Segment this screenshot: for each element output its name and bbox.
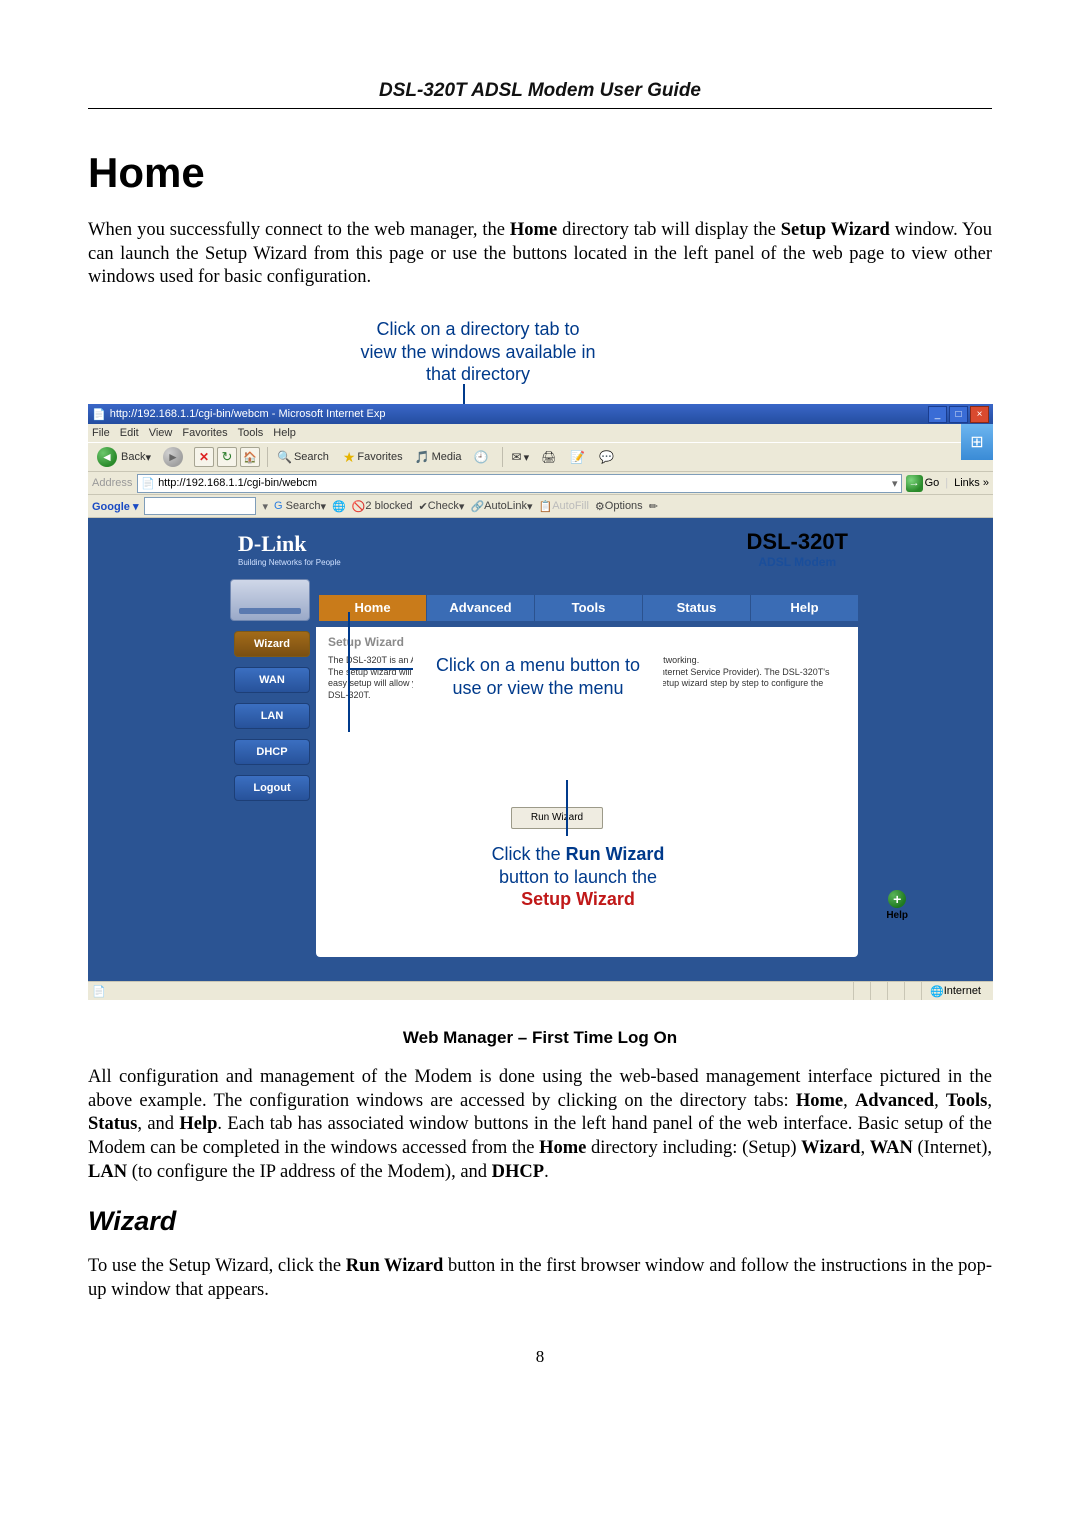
help-label: Help [886,910,908,921]
paragraph-2: All configuration and management of the … [88,1066,992,1184]
links-label[interactable]: Links » [954,477,989,489]
discuss-button[interactable]: 💬 [594,445,621,469]
tab-advanced[interactable]: Advanced [426,595,534,621]
ie-statusbar: 📄 🌐 Internet [88,981,993,1000]
run-wizard-button[interactable]: Run Wizard [511,807,603,829]
window-close-button[interactable]: × [970,406,989,423]
page-header: DSL-320T ADSL Modem User Guide [88,80,992,109]
menu-edit[interactable]: Edit [120,427,139,439]
address-value: http://192.168.1.1/cgi-bin/webcm [158,477,317,489]
mail-button[interactable]: ✉▾ [507,445,535,469]
connector [566,780,568,838]
panel-title: Setup Wizard [328,635,846,649]
window-maximize-button[interactable]: □ [949,406,968,423]
sidebar-wan-button[interactable]: WAN [234,667,310,693]
sidebar-logout-button[interactable]: Logout [234,775,310,801]
menu-tools[interactable]: Tools [238,427,264,439]
back-button[interactable]: ◄Back ▾ [92,445,156,469]
model-name: DSL-320T [747,529,848,555]
callout-bottom: Click the Run Wizard button to launch th… [452,836,704,918]
paragraph-3: To use the Setup Wizard, click the Run W… [88,1255,992,1302]
intro-paragraph: When you successfully connect to the web… [88,219,992,290]
figure-caption: Web Manager – First Time Log On [88,1028,992,1048]
stop-button[interactable]: ✕ [194,447,214,467]
ie-titlebar: 📄 http://192.168.1.1/cgi-bin/webcm - Mic… [88,404,993,424]
refresh-button[interactable]: ↻ [217,447,237,467]
google-highlight[interactable]: ✏ [649,500,658,513]
tab-help[interactable]: Help [750,595,858,621]
tab-tools[interactable]: Tools [534,595,642,621]
model-sub: ADSL Modem [747,555,848,569]
address-label: Address [92,477,132,489]
dlink-tagline: Building Networks for People [238,558,341,567]
sidebar-dhcp-button[interactable]: DHCP [234,739,310,765]
menu-help[interactable]: Help [273,427,296,439]
ie-logo-icon: ⊞ [961,424,993,460]
menu-view[interactable]: View [149,427,173,439]
address-input[interactable]: 📄 http://192.168.1.1/cgi-bin/webcm ▾ [137,474,901,493]
google-toolbar: Google ▾ ▾ G Search ▾ 🌐 🚫 2 blocked ✔ Ch… [88,495,993,518]
screenshot-figure: Click on a directory tab to view the win… [88,312,993,1012]
menu-favorites[interactable]: Favorites [182,427,227,439]
tab-status[interactable]: Status [642,595,750,621]
media-button[interactable]: 🎵Media [410,445,467,469]
go-label: Go [925,477,940,489]
google-pagerank[interactable]: 🌐 [332,500,346,513]
sidebar-lan-button[interactable]: LAN [234,703,310,729]
device-image [230,579,310,621]
google-autolink[interactable]: 🔗 AutoLink ▾ [470,500,532,513]
heading-home: Home [88,149,992,197]
status-progress-icon: 📄 [92,985,106,998]
search-button[interactable]: 🔍Search [272,445,334,469]
connector [348,668,413,670]
google-blocked[interactable]: 🚫 2 blocked [352,500,413,513]
print-button[interactable]: 🖨 [536,445,563,469]
sidebar-wizard-button[interactable]: Wizard [234,631,310,657]
history-button[interactable]: 🕘 [469,445,496,469]
forward-button[interactable]: ► [158,445,192,469]
callout-top: Click on a directory tab to view the win… [348,312,608,392]
window-minimize-button[interactable]: _ [928,406,947,423]
ie-toolbar: ◄Back ▾ ► ✕ ↻ 🏠 🔍Search ★Favorites 🎵Medi… [88,442,993,472]
ie-menubar: File Edit View Favorites Tools Help ⊞ [88,424,993,442]
status-zone: 🌐 Internet [921,982,989,1000]
tab-home[interactable]: Home [318,595,426,621]
edit-button[interactable]: 📝 [565,445,592,469]
ie-addressbar: Address 📄 http://192.168.1.1/cgi-bin/web… [88,472,993,495]
heading-wizard: Wizard [88,1206,992,1237]
help-icon-block[interactable]: + Help [886,890,908,921]
google-search-button[interactable]: G Search ▾ [274,500,326,513]
google-search-input[interactable] [144,497,256,515]
connector [348,612,350,732]
google-options[interactable]: ⚙ Options [595,500,643,513]
ie-title-text: http://192.168.1.1/cgi-bin/webcm - Micro… [110,408,386,420]
page-number: 8 [88,1347,992,1367]
plus-icon: + [888,890,906,908]
menu-file[interactable]: File [92,427,110,439]
go-button[interactable]: → [906,475,923,492]
dlink-logo: D-Link [238,531,341,557]
callout-mid: Click on a menu button to use or view th… [413,648,663,705]
home-button[interactable]: 🏠 [240,447,260,467]
google-check[interactable]: ✔ Check ▾ [419,500,465,513]
google-autofill[interactable]: 📋 AutoFill [539,500,589,513]
ie-favicon: 📄 [92,408,106,421]
favorites-button[interactable]: ★Favorites [336,445,408,469]
brand-row: D-Link Building Networks for People DSL-… [228,523,858,575]
google-label[interactable]: Google ▾ [92,500,138,513]
side-nav: Wizard WAN LAN DHCP Logout [228,627,316,957]
